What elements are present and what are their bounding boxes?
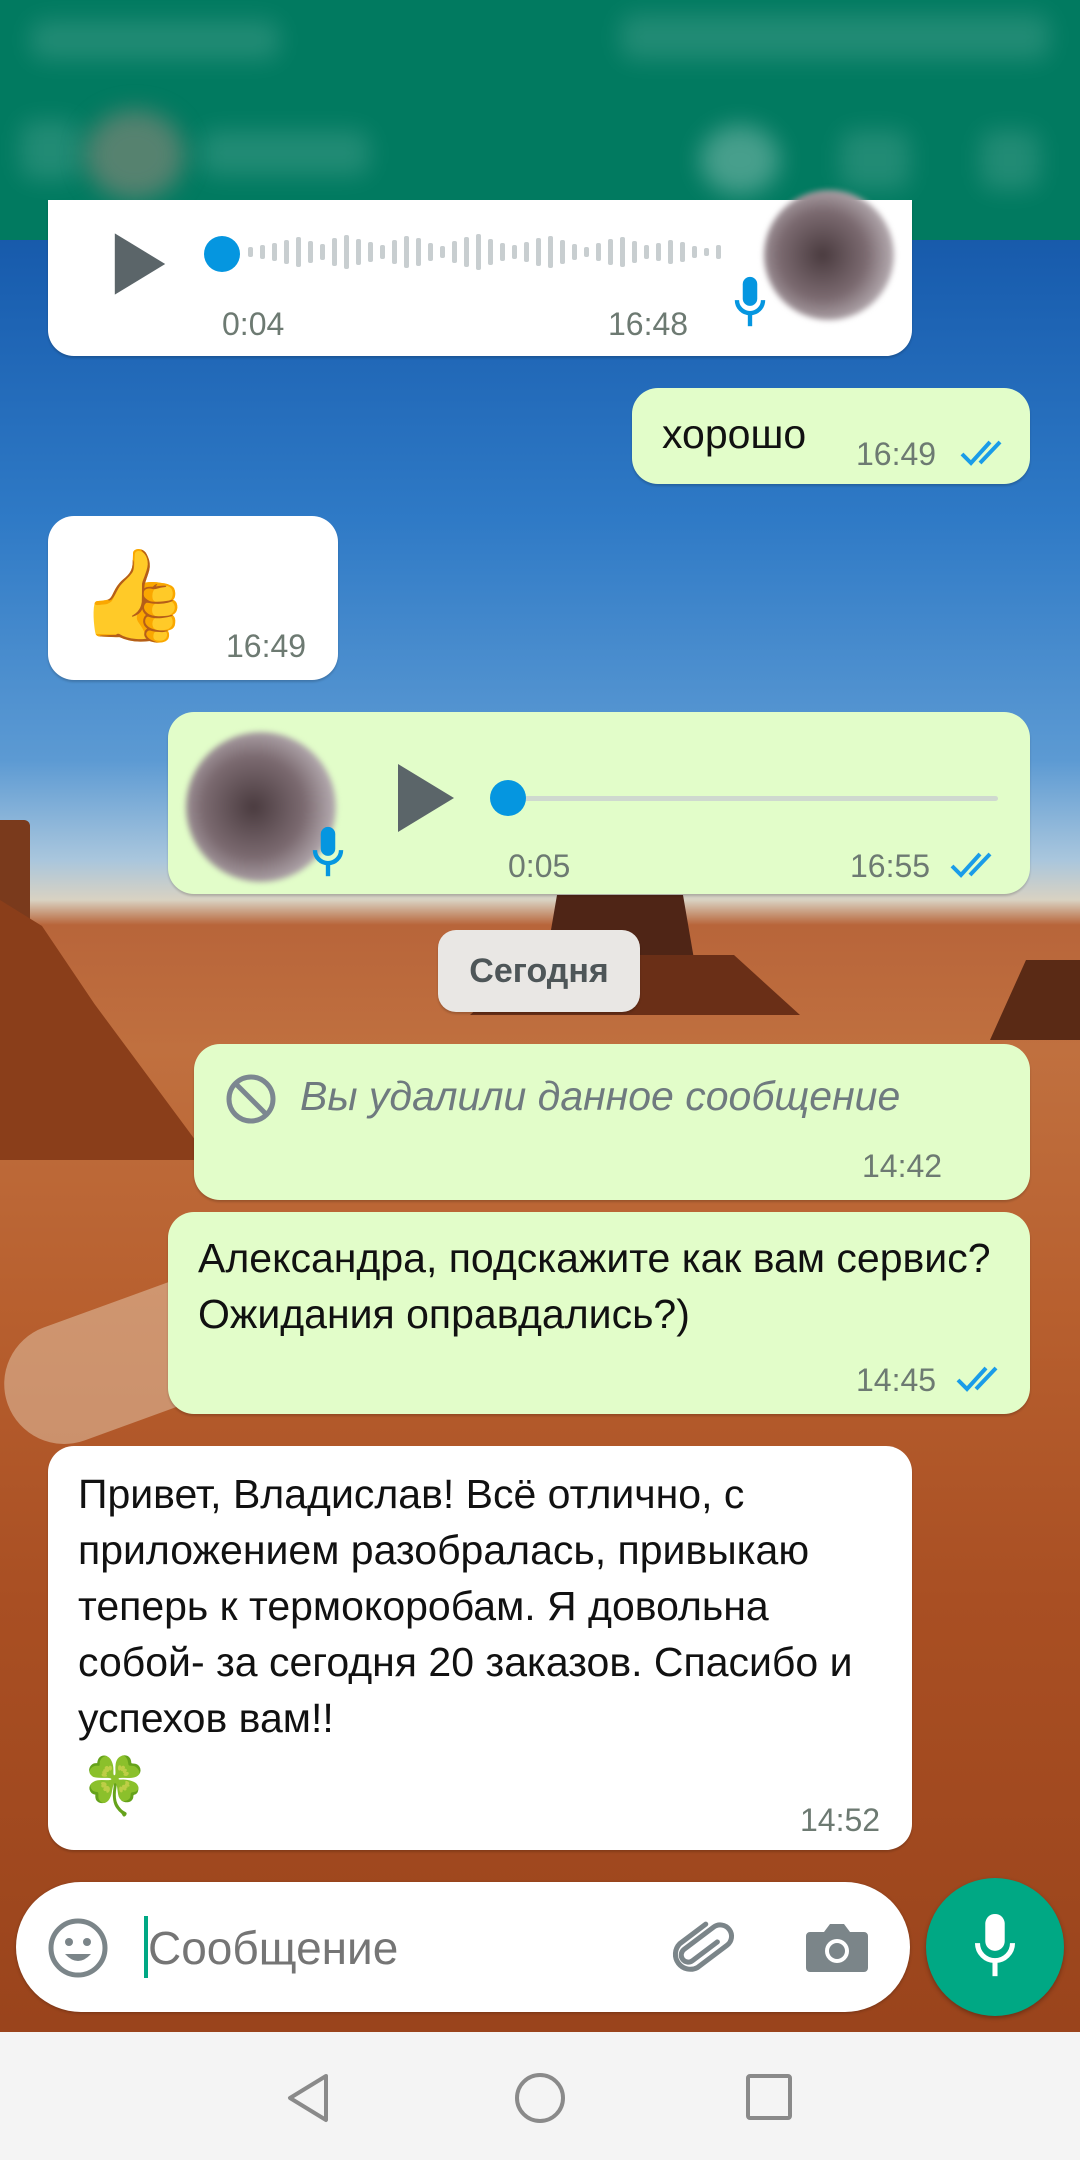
waveform-bar bbox=[452, 241, 457, 263]
call-icon[interactable] bbox=[840, 130, 910, 190]
voice-duration: 0:05 bbox=[508, 848, 571, 884]
square-recents-icon[interactable] bbox=[744, 2072, 794, 2122]
message-time: 16:55 bbox=[850, 848, 931, 884]
microphone-icon bbox=[734, 276, 766, 327]
date-separator: Сегодня bbox=[438, 930, 640, 1012]
waveform-bar bbox=[428, 243, 433, 261]
waveform-bar bbox=[608, 239, 613, 265]
voice-duration: 0:04 bbox=[222, 306, 285, 342]
read-ticks-icon bbox=[960, 440, 1002, 466]
waveform-bar bbox=[632, 241, 637, 263]
message-incoming-emoji[interactable]: 👍 16:49 bbox=[48, 516, 338, 680]
message-text: Александра, подскажите как вам сервис? О… bbox=[198, 1235, 1002, 1337]
smiley-icon[interactable] bbox=[46, 1916, 110, 1980]
message-time: 14:45 bbox=[856, 1362, 937, 1398]
message-input[interactable] bbox=[146, 1904, 670, 1992]
message-time: 16:48 bbox=[608, 306, 689, 342]
back-arrow-icon[interactable] bbox=[20, 120, 80, 180]
waveform-bar bbox=[500, 243, 505, 261]
message-time: 14:52 bbox=[800, 1802, 881, 1838]
message-incoming-text[interactable]: Привет, Владислав! Всё отлично, с прилож… bbox=[48, 1446, 912, 1850]
waveform-bar bbox=[464, 237, 469, 267]
video-call-icon[interactable] bbox=[700, 125, 780, 195]
waveform-bar bbox=[680, 242, 685, 262]
message-time: 16:49 bbox=[226, 628, 307, 664]
waveform-bar bbox=[272, 243, 277, 261]
microphone-icon bbox=[974, 1913, 1016, 1977]
deleted-icon bbox=[226, 1074, 276, 1124]
waveform-bar bbox=[536, 238, 541, 266]
waveform-bar bbox=[368, 242, 373, 262]
play-icon[interactable] bbox=[398, 764, 454, 832]
record-voice-button[interactable] bbox=[926, 1878, 1064, 2016]
waveform-bar bbox=[476, 234, 481, 270]
voice-progress-dot[interactable] bbox=[204, 236, 240, 272]
message-outgoing-voice[interactable]: 0:05 16:55 bbox=[168, 712, 1030, 894]
message-outgoing-text[interactable]: хорошо 16:49 bbox=[632, 388, 1030, 484]
message-time: 16:49 bbox=[856, 436, 937, 472]
message-text: Привет, Владислав! Всё отлично, с прилож… bbox=[78, 1471, 864, 1741]
waveform-bar bbox=[668, 240, 673, 264]
waveform-bar bbox=[320, 244, 325, 260]
message-time: 14:42 bbox=[862, 1148, 943, 1184]
waveform-bar bbox=[404, 236, 409, 268]
read-ticks-icon bbox=[956, 1366, 998, 1392]
waveform-bar bbox=[596, 243, 601, 261]
waveform-bar bbox=[440, 246, 445, 258]
waveform-bar bbox=[380, 245, 385, 259]
triangle-back-icon[interactable] bbox=[284, 2072, 332, 2124]
waveform-bar bbox=[620, 237, 625, 267]
waveform-bar bbox=[308, 241, 313, 263]
waveform-bar bbox=[644, 245, 649, 259]
clover-emoji: 🍀 bbox=[80, 1754, 150, 1817]
waveform-bar bbox=[416, 238, 421, 266]
waveform-bar bbox=[716, 245, 721, 259]
waveform bbox=[248, 234, 721, 270]
waveform-bar bbox=[656, 243, 661, 261]
play-icon[interactable] bbox=[114, 233, 166, 295]
waveform-bar bbox=[248, 247, 253, 257]
waveform-bar bbox=[584, 247, 589, 257]
waveform-bar bbox=[488, 239, 493, 265]
status-bar-left bbox=[30, 20, 280, 60]
message-text: хорошо bbox=[662, 411, 807, 457]
menu-icon[interactable] bbox=[980, 130, 1040, 190]
voice-progress-dot[interactable] bbox=[490, 780, 526, 816]
waveform-bar bbox=[572, 244, 577, 260]
waveform-bar bbox=[548, 236, 553, 268]
message-composer bbox=[16, 1882, 910, 2012]
waveform-bar bbox=[344, 235, 349, 269]
waveform-bar bbox=[284, 240, 289, 264]
paperclip-icon[interactable] bbox=[670, 1918, 736, 1984]
waveform-bar bbox=[332, 238, 337, 266]
message-incoming-voice[interactable]: 0:04 16:48 bbox=[48, 190, 912, 356]
waveform-bar bbox=[260, 245, 265, 259]
message-outgoing-deleted[interactable]: Вы удалили данное сообщение 14:42 bbox=[194, 1044, 1030, 1200]
waveform-bar bbox=[392, 240, 397, 264]
waveform-bar bbox=[356, 239, 361, 265]
waveform-bar bbox=[512, 245, 517, 259]
read-ticks-icon bbox=[950, 852, 992, 878]
waveform-bar bbox=[296, 237, 301, 267]
voice-seek-track[interactable] bbox=[508, 796, 998, 801]
waveform-bar bbox=[704, 248, 709, 256]
contact-name[interactable] bbox=[200, 130, 370, 176]
circle-home-icon[interactable] bbox=[512, 2070, 568, 2126]
thumbs-up-emoji: 👍 bbox=[78, 546, 191, 646]
waveform-bar bbox=[524, 242, 529, 262]
waveform-bar bbox=[560, 240, 565, 264]
sender-avatar bbox=[764, 190, 894, 320]
deleted-message-text: Вы удалили данное сообщение bbox=[300, 1073, 901, 1119]
waveform-bar bbox=[692, 246, 697, 258]
system-navigation-bar bbox=[0, 2032, 1080, 2160]
message-outgoing-text[interactable]: Александра, подскажите как вам сервис? О… bbox=[168, 1212, 1030, 1414]
status-bar-right bbox=[620, 14, 1050, 60]
camera-icon[interactable] bbox=[804, 1918, 870, 1978]
microphone-icon bbox=[312, 826, 344, 877]
contact-avatar[interactable] bbox=[85, 110, 185, 200]
